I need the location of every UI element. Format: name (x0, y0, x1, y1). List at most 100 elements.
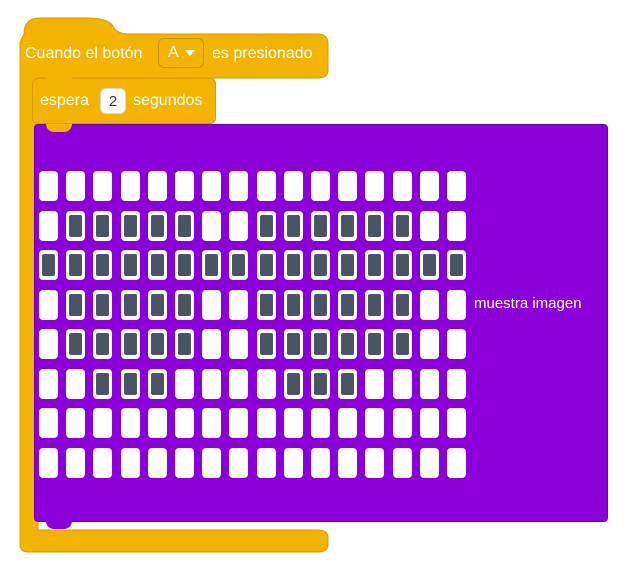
led-cell[interactable] (447, 408, 466, 438)
led-cell[interactable] (120, 171, 140, 201)
led-cell[interactable] (66, 408, 86, 438)
led-cell[interactable] (229, 408, 249, 438)
led-cell[interactable] (202, 171, 222, 201)
led-cell[interactable] (66, 289, 86, 320)
led-cell[interactable] (66, 250, 86, 280)
led-cell[interactable] (120, 408, 140, 438)
led-cell[interactable] (256, 408, 276, 438)
led-cell[interactable] (93, 368, 113, 399)
led-cell[interactable] (256, 250, 276, 280)
led-cell[interactable] (229, 329, 249, 359)
led-cell[interactable] (229, 447, 249, 478)
led-cell[interactable] (175, 329, 194, 359)
led-cell[interactable] (147, 447, 167, 478)
led-cell[interactable] (392, 408, 412, 438)
led-cell[interactable] (39, 250, 58, 280)
led-cell[interactable] (39, 329, 58, 359)
led-cell[interactable] (147, 171, 167, 201)
led-cell[interactable] (93, 329, 113, 359)
led-cell[interactable] (175, 408, 194, 438)
led-cell[interactable] (419, 171, 439, 201)
led-cell[interactable] (66, 329, 86, 359)
led-cell[interactable] (365, 408, 385, 438)
led-cell[interactable] (392, 210, 412, 241)
led-cell[interactable] (202, 368, 222, 399)
led-cell[interactable] (66, 447, 86, 478)
led-cell[interactable] (447, 289, 466, 320)
led-cell[interactable] (311, 210, 330, 241)
led-cell[interactable] (311, 447, 330, 478)
led-cell[interactable] (283, 368, 303, 399)
led-cell[interactable] (93, 289, 113, 320)
led-cell[interactable] (447, 447, 466, 478)
led-cell[interactable] (202, 329, 222, 359)
led-cell[interactable] (175, 289, 194, 320)
led-cell[interactable] (120, 250, 140, 280)
led-cell[interactable] (338, 329, 358, 359)
led-cell[interactable] (447, 171, 466, 201)
led-cell[interactable] (120, 210, 140, 241)
led-cell[interactable] (365, 447, 385, 478)
led-cell[interactable] (338, 171, 358, 201)
led-cell[interactable] (311, 171, 330, 201)
led-cell[interactable] (39, 210, 58, 241)
led-cell[interactable] (419, 210, 439, 241)
led-cell[interactable] (175, 368, 194, 399)
led-cell[interactable] (147, 250, 167, 280)
led-cell[interactable] (283, 289, 303, 320)
led-cell[interactable] (93, 210, 113, 241)
led-cell[interactable] (365, 329, 385, 359)
led-cell[interactable] (338, 250, 358, 280)
led-cell[interactable] (311, 368, 330, 399)
led-cell[interactable] (311, 250, 330, 280)
led-cell[interactable] (365, 171, 385, 201)
led-cell[interactable] (229, 368, 249, 399)
led-cell[interactable] (338, 408, 358, 438)
led-cell[interactable] (419, 447, 439, 478)
led-cell[interactable] (147, 408, 167, 438)
led-cell[interactable] (419, 408, 439, 438)
led-cell[interactable] (66, 210, 86, 241)
led-cell[interactable] (311, 408, 330, 438)
led-cell[interactable] (447, 250, 466, 280)
led-cell[interactable] (229, 210, 249, 241)
led-cell[interactable] (39, 171, 58, 201)
led-cell[interactable] (447, 210, 466, 241)
led-cell[interactable] (338, 210, 358, 241)
led-cell[interactable] (229, 250, 249, 280)
led-cell[interactable] (175, 447, 194, 478)
led-cell[interactable] (392, 289, 412, 320)
led-cell[interactable] (93, 408, 113, 438)
led-cell[interactable] (202, 289, 222, 320)
led-cell[interactable] (283, 210, 303, 241)
led-cell[interactable] (392, 329, 412, 359)
led-cell[interactable] (283, 447, 303, 478)
led-cell[interactable] (229, 289, 249, 320)
led-cell[interactable] (66, 171, 86, 201)
led-cell[interactable] (283, 171, 303, 201)
led-cell[interactable] (120, 289, 140, 320)
led-cell[interactable] (229, 171, 249, 201)
led-cell[interactable] (93, 447, 113, 478)
led-cell[interactable] (419, 329, 439, 359)
led-cell[interactable] (365, 250, 385, 280)
led-cell[interactable] (202, 210, 222, 241)
led-cell[interactable] (147, 289, 167, 320)
led-cell[interactable] (311, 289, 330, 320)
led-cell[interactable] (392, 250, 412, 280)
led-cell[interactable] (338, 289, 358, 320)
led-cell[interactable] (419, 368, 439, 399)
led-cell[interactable] (392, 171, 412, 201)
led-cell[interactable] (120, 447, 140, 478)
led-cell[interactable] (120, 329, 140, 359)
led-cell[interactable] (447, 368, 466, 399)
led-cell[interactable] (120, 368, 140, 399)
led-cell[interactable] (365, 368, 385, 399)
led-cell[interactable] (147, 329, 167, 359)
led-cell[interactable] (338, 368, 358, 399)
led-cell[interactable] (311, 329, 330, 359)
led-cell[interactable] (93, 171, 113, 201)
led-cell[interactable] (256, 171, 276, 201)
led-cell[interactable] (66, 368, 86, 399)
led-cell[interactable] (392, 447, 412, 478)
